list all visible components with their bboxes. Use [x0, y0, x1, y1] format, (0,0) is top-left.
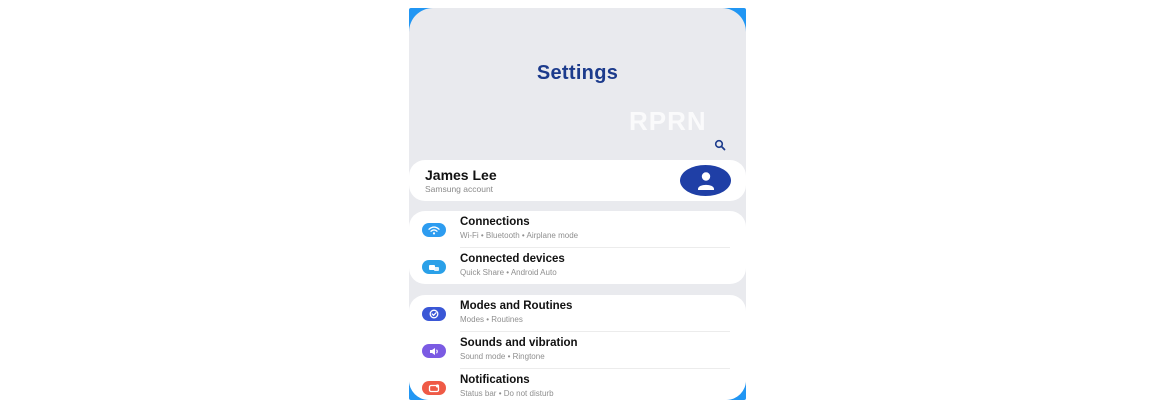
search-button[interactable]: [711, 136, 729, 154]
settings-item-title: Connected devices: [460, 253, 565, 265]
settings-item-title: Notifications: [460, 374, 530, 386]
person-icon: [697, 171, 714, 190]
settings-item-title: Sounds and vibration: [460, 337, 578, 349]
settings-item-subtitle: Status bar • Do not disturb: [460, 389, 554, 398]
connected-devices-icon: [422, 260, 446, 274]
settings-group-modes: Modes and Routines Modes • Routines Soun…: [409, 295, 746, 400]
settings-item-subtitle: Quick Share • Android Auto: [460, 268, 557, 277]
search-icon: [714, 139, 726, 151]
avatar[interactable]: [680, 165, 731, 196]
settings-item-subtitle: Wi-Fi • Bluetooth • Airplane mode: [460, 231, 579, 240]
page-title: Settings: [536, 62, 619, 84]
settings-item-connections[interactable]: Connections Wi-Fi • Bluetooth • Airplane…: [409, 211, 746, 248]
account-card[interactable]: James Lee Samsung account: [409, 160, 746, 201]
modes-icon: [422, 307, 446, 321]
sound-icon: [422, 344, 446, 358]
settings-screen: Settings RPRN James Lee Samsung account: [409, 8, 746, 400]
settings-item-notifications[interactable]: Notifications Status bar • Do not distur…: [409, 369, 746, 400]
header: Settings RPRN: [409, 8, 746, 158]
watermark: RPRN: [629, 106, 707, 136]
phone-frame: Settings RPRN James Lee Samsung account: [409, 8, 746, 400]
settings-item-subtitle: Modes • Routines: [460, 315, 523, 324]
account-subtitle: Samsung account: [425, 184, 494, 194]
settings-item-title: Modes and Routines: [460, 300, 573, 312]
settings-item-title: Connections: [460, 216, 530, 228]
notifications-icon: [422, 381, 446, 395]
settings-item-subtitle: Sound mode • Ringtone: [460, 352, 545, 361]
account-name: James Lee: [425, 167, 497, 183]
settings-group-connections: Connections Wi-Fi • Bluetooth • Airplane…: [409, 211, 746, 284]
settings-item-connected-devices[interactable]: Connected devices Quick Share • Android …: [409, 248, 746, 285]
settings-item-sounds-and-vibration[interactable]: Sounds and vibration Sound mode • Ringto…: [409, 332, 746, 369]
wifi-icon: [422, 223, 446, 237]
settings-item-modes-and-routines[interactable]: Modes and Routines Modes • Routines: [409, 295, 746, 332]
